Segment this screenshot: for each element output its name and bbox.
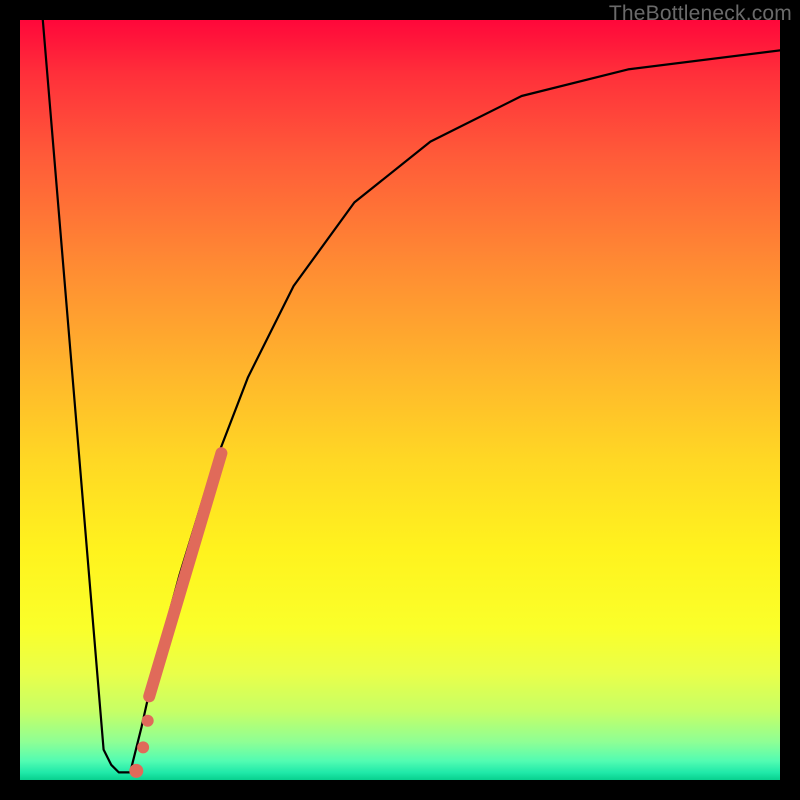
highlight-dot [129, 764, 143, 778]
chart-svg [20, 20, 780, 780]
highlight-bar [149, 453, 221, 696]
outer-frame: TheBottleneck.com [0, 0, 800, 800]
plot-area [20, 20, 780, 780]
watermark-text: TheBottleneck.com [609, 2, 792, 26]
highlight-dot [137, 741, 149, 753]
bottleneck-curve [43, 20, 780, 772]
highlight-dot [142, 715, 154, 727]
